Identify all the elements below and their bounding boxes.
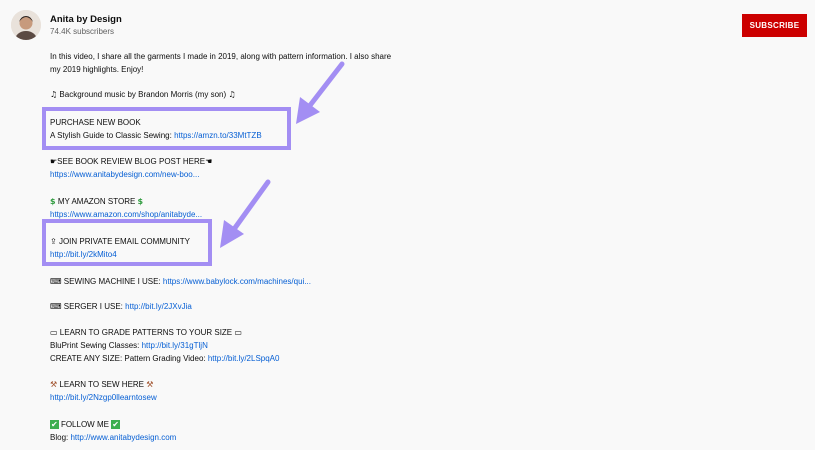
annotation-arrows (220, 61, 345, 248)
arrow-icon (296, 61, 345, 124)
arrow-icon (220, 179, 271, 248)
